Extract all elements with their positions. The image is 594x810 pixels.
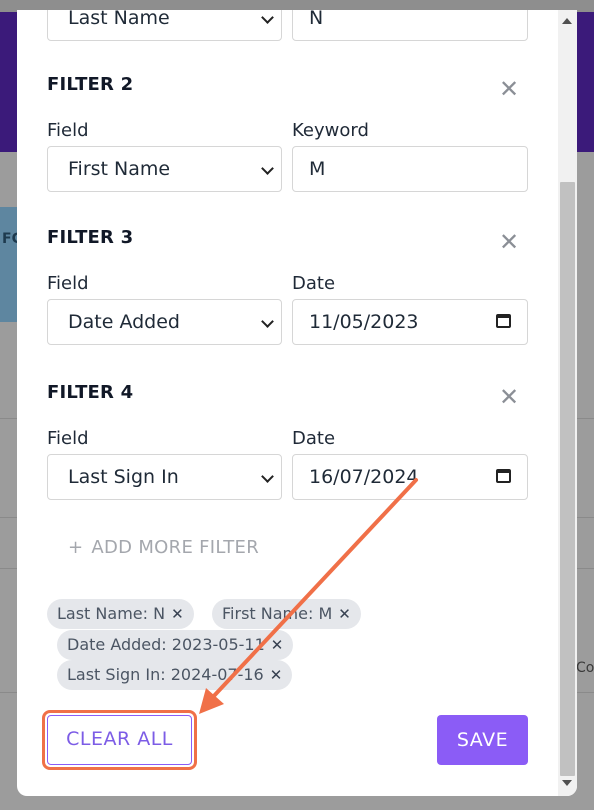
filter-2-field-label: Field: [47, 120, 89, 141]
filter-2-field-select[interactable]: First Name: [47, 146, 282, 192]
clear-all-button[interactable]: CLEAR ALL: [47, 715, 192, 765]
chip-remove-icon[interactable]: ✕: [338, 605, 351, 623]
filter-chip: Last Sign In: 2024-07-16 ✕: [57, 660, 293, 690]
filter-3-field-label: Field: [47, 273, 89, 294]
filter-4-close-icon[interactable]: ✕: [499, 385, 519, 409]
filter-4-title: FILTER 4: [47, 382, 134, 403]
filter-4-field-label: Field: [47, 428, 89, 449]
filter-4-field-value: Last Sign In: [68, 466, 179, 488]
filter-1-field-select[interactable]: Last Name: [47, 10, 282, 41]
plus-icon: +: [68, 537, 84, 558]
filter-4-date-label: Date: [292, 428, 336, 449]
chevron-down-icon: [261, 470, 274, 483]
filter-2-title: FILTER 2: [47, 74, 134, 95]
filter-3-field-value: Date Added: [68, 311, 180, 333]
chip-label: Last Sign In: 2024-07-16: [67, 665, 264, 684]
filter-2-close-icon[interactable]: ✕: [499, 77, 519, 101]
filter-4-date-value: 16/07/2024: [309, 466, 419, 488]
scroll-up-arrow-icon[interactable]: [562, 18, 572, 24]
filter-3-date-label: Date: [292, 273, 336, 294]
filter-chip: First Name: M ✕: [212, 599, 361, 629]
filter-3-close-icon[interactable]: ✕: [499, 230, 519, 254]
chip-label: Date Added: 2023-05-11: [67, 635, 265, 654]
calendar-icon[interactable]: [496, 314, 511, 328]
chevron-down-icon: [261, 11, 274, 24]
filter-3-date-value: 11/05/2023: [309, 311, 419, 333]
filter-3-date-input[interactable]: 11/05/2023: [292, 299, 528, 345]
calendar-icon[interactable]: [496, 469, 511, 483]
filter-4-field-select[interactable]: Last Sign In: [47, 454, 282, 500]
save-button[interactable]: SAVE: [437, 715, 528, 765]
filter-2-keyword-input[interactable]: M: [292, 146, 528, 192]
filter-1-keyword-value: N: [309, 10, 324, 29]
scroll-down-arrow-icon[interactable]: [562, 780, 572, 786]
filter-chip: Last Name: N ✕: [47, 599, 194, 629]
add-more-filter-label: ADD MORE FILTER: [91, 537, 260, 558]
filter-2-keyword-label: Keyword: [292, 120, 369, 141]
filter-chip: Date Added: 2023-05-11 ✕: [57, 630, 294, 660]
scrollbar-thumb[interactable]: [560, 182, 575, 776]
filter-3-field-select[interactable]: Date Added: [47, 299, 282, 345]
filter-3-title: FILTER 3: [47, 227, 134, 248]
chip-remove-icon[interactable]: ✕: [271, 636, 284, 654]
background-right-text: Co: [576, 660, 594, 676]
chip-remove-icon[interactable]: ✕: [270, 666, 283, 684]
add-more-filter-button[interactable]: + ADD MORE FILTER: [68, 537, 259, 558]
filter-1-keyword-input[interactable]: N: [292, 10, 528, 41]
chip-label: First Name: M: [222, 604, 333, 623]
filter-modal: Last Name N FILTER 2 ✕ Field Keyword Fir…: [17, 10, 577, 796]
filter-4-date-input[interactable]: 16/07/2024: [292, 454, 528, 500]
chevron-down-icon: [261, 315, 274, 328]
filter-1-field-value: Last Name: [68, 10, 170, 29]
chip-label: Last Name: N: [57, 604, 166, 623]
filter-2-keyword-value: M: [309, 158, 326, 180]
chevron-down-icon: [261, 162, 274, 175]
filter-2-field-value: First Name: [68, 158, 171, 180]
chip-remove-icon[interactable]: ✕: [171, 605, 184, 623]
